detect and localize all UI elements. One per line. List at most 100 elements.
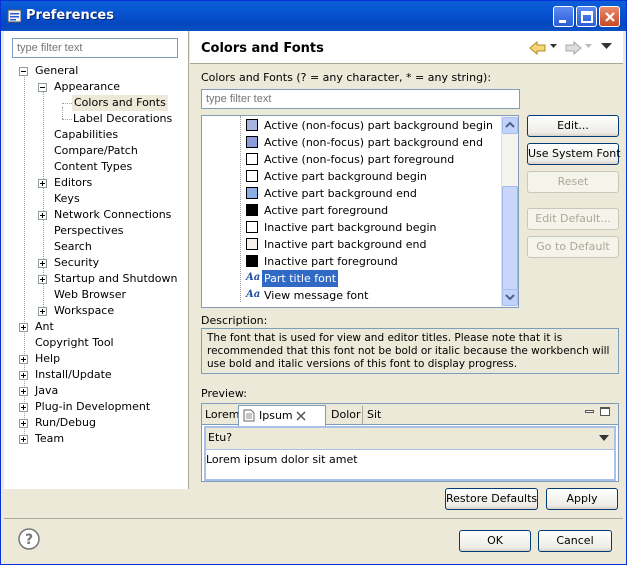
settings-pane: Colors and Fonts Colors and Fonts (? = a…: [190, 31, 623, 489]
tree-item-search[interactable]: Search: [54, 239, 92, 255]
scroll-thumb[interactable]: [502, 186, 518, 290]
tree-item-keys[interactable]: Keys: [54, 191, 80, 207]
tree-item-appearance[interactable]: Appearance: [54, 79, 120, 95]
help-expand-toggle[interactable]: [19, 355, 28, 364]
tree-item-java[interactable]: Java: [35, 383, 58, 399]
go-to-default-button[interactable]: Go to Default: [527, 236, 619, 258]
tab-dolor[interactable]: Dolor: [328, 406, 364, 425]
list-item-selected[interactable]: Part title font: [262, 270, 339, 287]
preview-combo[interactable]: Etu?: [206, 428, 614, 450]
tree-item-label-decorations[interactable]: Label Decorations: [73, 111, 172, 127]
forward-arrow-icon[interactable]: [564, 41, 582, 55]
title-bar[interactable]: Preferences: [1, 1, 626, 31]
tree-item-startup-shutdown[interactable]: Startup and Shutdown: [54, 271, 177, 287]
tree-item-network-connections[interactable]: Network Connections: [54, 207, 171, 223]
dialog-body: General Appearance Colors and Fonts Labe…: [4, 31, 623, 561]
tree-item-content-types[interactable]: Content Types: [54, 159, 132, 175]
tree-item-colors-and-fonts[interactable]: Colors and Fonts: [72, 95, 168, 111]
chevron-up-icon: [505, 121, 515, 128]
preview-label: Preview:: [201, 387, 247, 400]
list-item[interactable]: Active (non-focus) part background end: [264, 134, 483, 151]
tree-connector: [62, 103, 72, 104]
preview-body-text: Lorem ipsum dolor sit amet: [206, 453, 358, 466]
tree-item-editors[interactable]: Editors: [54, 175, 92, 191]
use-system-font-button[interactable]: Use System Font: [527, 143, 621, 165]
window-title: Preferences: [26, 8, 114, 23]
colors-fonts-list[interactable]: Active (non-focus) part background begin…: [201, 115, 519, 308]
list-item[interactable]: Inactive part foreground: [264, 253, 398, 270]
forward-dropdown-icon[interactable]: [585, 44, 593, 50]
list-item[interactable]: Active (non-focus) part foreground: [264, 151, 454, 168]
startup-expand-toggle[interactable]: [38, 275, 47, 284]
tree-item-capabilities[interactable]: Capabilities: [54, 127, 118, 143]
list-item[interactable]: Inactive part background end: [264, 236, 426, 253]
list-item[interactable]: View message font: [264, 287, 368, 304]
tab-lorem[interactable]: Lorem: [202, 406, 242, 425]
color-swatch: [246, 255, 258, 267]
tree-item-team[interactable]: Team: [35, 431, 64, 447]
rundebug-expand-toggle[interactable]: [19, 419, 28, 428]
tree-connector: [62, 107, 63, 119]
colors-filter-input[interactable]: [201, 89, 520, 109]
restore-defaults-button[interactable]: Restore Defaults: [445, 488, 538, 510]
list-item[interactable]: Active (non-focus) part background begin: [264, 117, 493, 134]
tree-item-workspace[interactable]: Workspace: [54, 303, 114, 319]
color-swatch: [246, 136, 258, 148]
apply-button[interactable]: Apply: [546, 488, 618, 510]
security-expand-toggle[interactable]: [38, 259, 47, 268]
list-item[interactable]: Active part background end: [264, 185, 417, 202]
plugin-expand-toggle[interactable]: [19, 403, 28, 412]
list-item[interactable]: Inactive part background begin: [264, 219, 437, 236]
edit-default-button[interactable]: Edit Default...: [527, 208, 619, 230]
maximize-icon: [581, 11, 593, 23]
list-item[interactable]: Active part background begin: [264, 168, 427, 185]
back-arrow-icon[interactable]: [529, 41, 547, 55]
back-dropdown-icon[interactable]: [550, 44, 558, 50]
close-tab-icon[interactable]: [296, 411, 306, 421]
scroll-up-button[interactable]: [502, 117, 518, 134]
tree-item-perspectives[interactable]: Perspectives: [54, 223, 123, 239]
network-expand-toggle[interactable]: [38, 211, 47, 220]
tree-item-install-update[interactable]: Install/Update: [35, 367, 112, 383]
color-swatch: [246, 204, 258, 216]
page-title: Colors and Fonts: [201, 41, 324, 56]
tree-item-plugin-development[interactable]: Plug-in Development: [35, 399, 150, 415]
tree-item-general[interactable]: General: [35, 63, 78, 79]
edit-button[interactable]: Edit...: [527, 115, 619, 137]
tree-item-help[interactable]: Help: [35, 351, 60, 367]
appearance-collapse-toggle[interactable]: [38, 83, 47, 92]
color-swatch: [246, 119, 258, 131]
list-scrollbar[interactable]: [501, 116, 518, 307]
close-button[interactable]: [599, 6, 620, 27]
scroll-down-button[interactable]: [502, 289, 518, 306]
tree-item-security[interactable]: Security: [54, 255, 99, 271]
ant-expand-toggle[interactable]: [19, 323, 28, 332]
tree-item-web-browser[interactable]: Web Browser: [54, 287, 126, 303]
team-expand-toggle[interactable]: [19, 435, 28, 444]
install-expand-toggle[interactable]: [19, 371, 28, 380]
java-expand-toggle[interactable]: [19, 387, 28, 396]
workspace-expand-toggle[interactable]: [38, 307, 47, 316]
tree-item-ant[interactable]: Ant: [35, 319, 54, 335]
ok-button[interactable]: OK: [459, 530, 531, 552]
reset-button[interactable]: Reset: [527, 171, 619, 193]
dialog-footer: ? OK Cancel: [4, 518, 623, 561]
tab-sit[interactable]: Sit: [362, 406, 384, 425]
maximize-button[interactable]: [576, 6, 597, 27]
tab-ipsum[interactable]: Ipsum: [238, 405, 326, 426]
list-item[interactable]: Active part foreground: [264, 202, 388, 219]
cancel-button[interactable]: Cancel: [538, 530, 612, 552]
help-icon[interactable]: ?: [18, 528, 40, 550]
minimize-icon[interactable]: [585, 410, 594, 413]
minimize-button[interactable]: [553, 6, 574, 27]
editors-expand-toggle[interactable]: [38, 179, 47, 188]
tree-item-copyright-tool[interactable]: Copyright Tool: [35, 335, 114, 351]
view-menu-icon[interactable]: [601, 43, 613, 51]
general-collapse-toggle[interactable]: [19, 67, 28, 76]
maximize-icon[interactable]: [600, 407, 610, 416]
tree-item-compare-patch[interactable]: Compare/Patch: [54, 143, 138, 159]
tree-filter-input[interactable]: [12, 38, 178, 58]
color-swatch: [246, 238, 258, 250]
description-label: Description:: [201, 314, 268, 327]
tree-item-run-debug[interactable]: Run/Debug: [35, 415, 96, 431]
